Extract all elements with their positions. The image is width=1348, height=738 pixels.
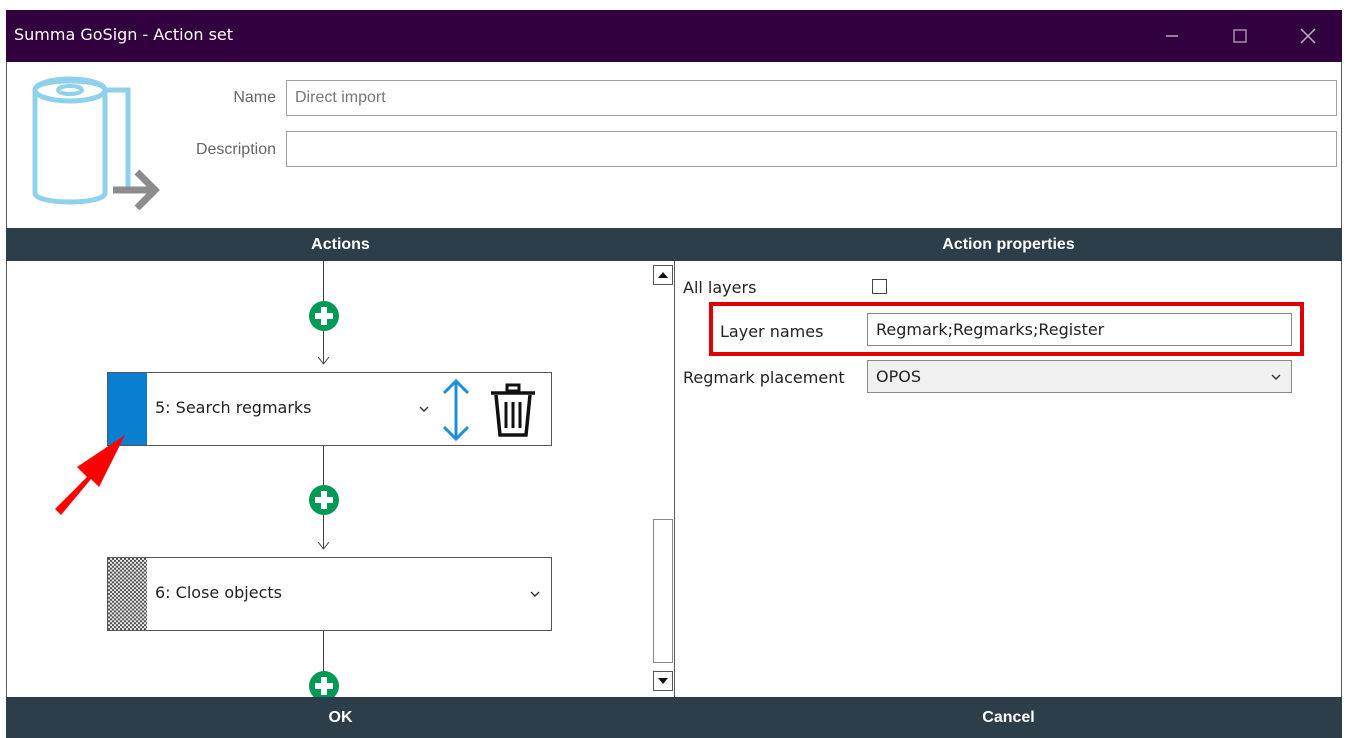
caret-down-icon [658,678,668,684]
chevron-down-icon[interactable] [419,405,429,413]
window-title: Summa GoSign - Action set [14,25,234,44]
actions-scrollbar[interactable] [653,261,674,697]
description-label: Description [195,141,276,158]
all-layers-label: All layers [683,278,757,297]
title-bar: Summa GoSign - Action set [6,10,1342,62]
maximize-icon [1233,29,1247,43]
regmark-placement-label: Regmark placement [683,368,845,387]
actions-header: Actions [6,228,675,261]
minimize-icon [1166,35,1178,37]
cancel-button[interactable]: Cancel [675,697,1342,738]
action-properties-panel: All layers Layer names Regmark;Regmarks;… [675,261,1342,697]
chevron-down-icon[interactable] [530,590,540,598]
action-properties-header: Action properties [675,228,1342,261]
plus-circle-icon[interactable] [309,671,339,697]
trash-icon[interactable] [487,383,539,439]
action-item-search-regmarks[interactable]: 5: Search regmarks [107,372,552,446]
action-set-window: Summa GoSign - Action set Name Direct im… [6,10,1342,738]
all-layers-checkbox[interactable] [872,279,887,294]
minimize-button[interactable] [1144,10,1200,62]
roll-media-icon [32,76,160,211]
ok-button[interactable]: OK [6,697,675,738]
up-down-arrow-icon[interactable] [439,377,473,443]
regmark-placement-value: OPOS [876,367,921,386]
connector-arrow [318,542,329,550]
close-icon [1300,28,1316,44]
action-label: 6: Close objects [155,583,282,602]
maximize-button[interactable] [1212,10,1268,62]
action-set-header: Name Direct import Description [6,62,1342,228]
scroll-down-button[interactable] [653,671,673,691]
chevron-down-icon [1271,374,1281,380]
scroll-up-button[interactable] [653,265,673,285]
description-input[interactable] [286,131,1337,167]
layer-names-input[interactable]: Regmark;Regmarks;Register [867,313,1292,346]
layer-names-label: Layer names [720,322,824,341]
plus-circle-icon[interactable] [309,485,339,515]
annotation-arrow-icon [55,435,125,515]
connector-arrow [318,357,329,365]
actions-panel: 5: Search regmarks 6: Close objects [6,261,675,697]
plus-circle-icon[interactable] [309,301,339,331]
action-pattern-stripe [108,558,147,630]
name-input[interactable]: Direct import [286,80,1337,116]
scroll-thumb[interactable] [653,519,673,663]
close-button[interactable] [1280,10,1336,62]
action-item-close-objects[interactable]: 6: Close objects [107,557,552,631]
layer-names-value: Regmark;Regmarks;Register [876,320,1105,339]
caret-up-icon [658,272,668,278]
regmark-placement-select[interactable]: OPOS [867,360,1292,393]
name-value: Direct import [295,89,386,106]
name-label: Name [233,89,276,106]
action-label: 5: Search regmarks [155,398,312,417]
